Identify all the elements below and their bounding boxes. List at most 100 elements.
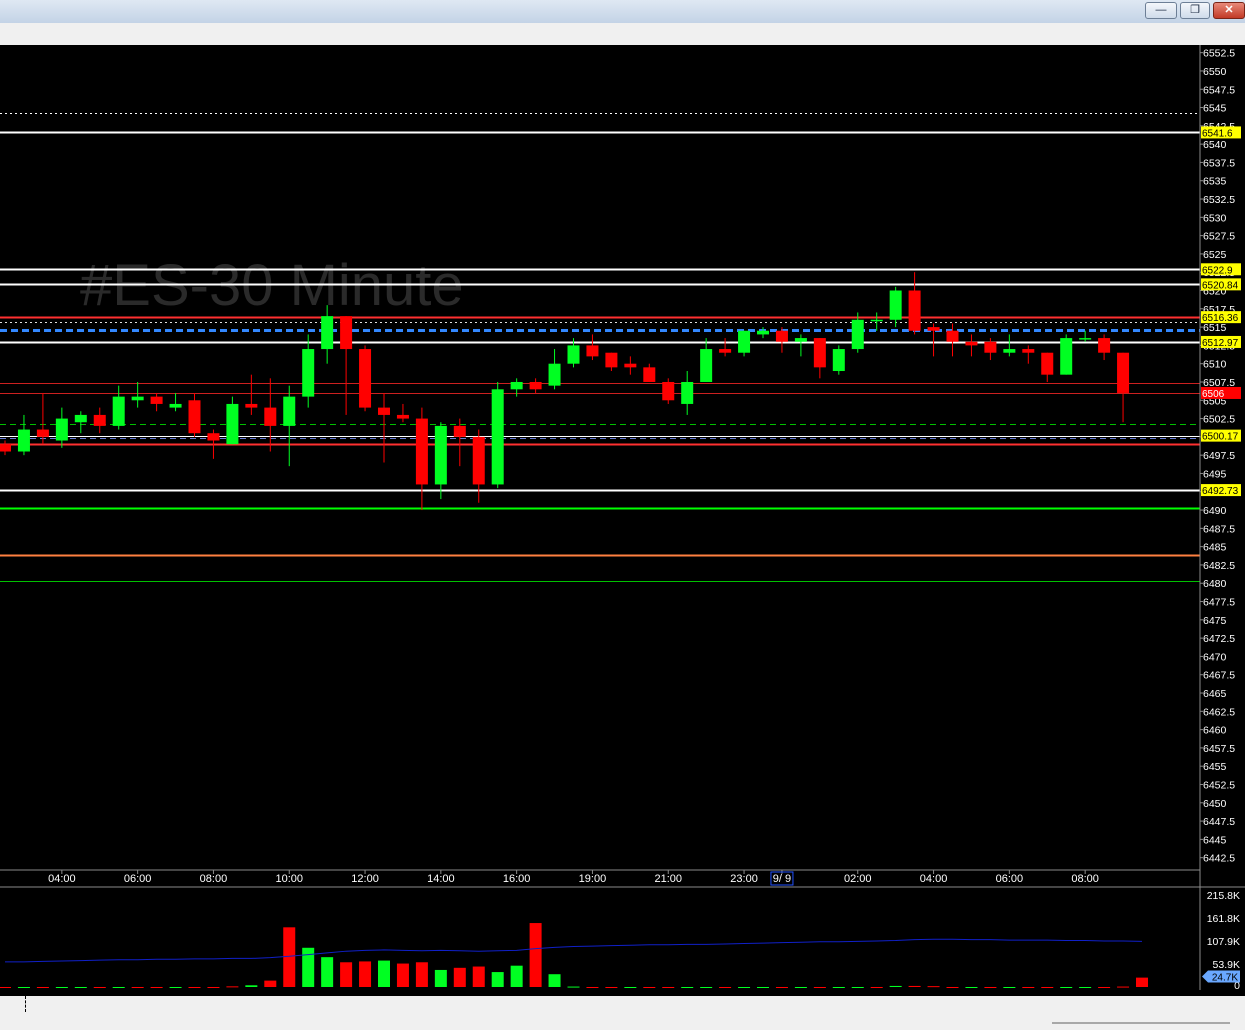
candle-body (150, 396, 163, 404)
restore-button[interactable]: ❐ (1180, 2, 1210, 19)
volume-bar-31 (586, 987, 599, 988)
volume-bar-16 (302, 947, 315, 987)
volume-bar-24 (453, 967, 466, 987)
minimize-button[interactable]: — (1145, 2, 1177, 19)
price-label: 6522.9 (1202, 265, 1233, 276)
candle-body (17, 429, 30, 452)
price-tick-label: 6530 (1203, 212, 1227, 224)
price-label: 6516.36 (1202, 313, 1239, 324)
volume-bar-40 (757, 987, 769, 988)
candle-body (794, 338, 807, 342)
volume-bar-22 (415, 962, 428, 987)
price-tick-label: 6510 (1203, 359, 1227, 371)
price-tick-label: 6535 (1203, 176, 1227, 188)
volume-bar-3 (55, 987, 68, 988)
price-tick-label: 6447.5 (1203, 816, 1235, 828)
volume-tick-label: 161.8K (1207, 913, 1240, 925)
volume-tick-label: 215.8K (1207, 890, 1240, 902)
volume-bar-49 (927, 986, 940, 988)
volume-bar-8 (150, 987, 163, 988)
volume-bar-51 (965, 987, 978, 988)
candle-body (188, 400, 201, 434)
candle-body (453, 425, 466, 437)
volume-bar-21 (396, 963, 409, 987)
candle-body (283, 396, 296, 426)
candle-body (775, 330, 788, 342)
candle-body (93, 414, 106, 426)
volume-bar-29 (548, 974, 561, 987)
volume-bar-47 (889, 985, 902, 987)
horizontal-scrollbar[interactable] (1052, 1022, 1230, 1024)
volume-bar-32 (605, 987, 618, 988)
price-tick-label: 6495 (1203, 468, 1227, 480)
candle-body (378, 407, 390, 415)
volume-bar-15 (283, 927, 296, 987)
candle-body (529, 381, 542, 390)
price-tick-label: 6537.5 (1203, 157, 1235, 169)
volume-bar-0 (0, 987, 11, 988)
volume-bar-57 (1079, 987, 1092, 988)
price-tick-label: 6475 (1203, 615, 1227, 627)
price-tick-label: 6445 (1203, 834, 1227, 846)
volume-bar-13 (245, 985, 258, 987)
candle-body (700, 349, 713, 382)
candle-35 (662, 378, 675, 404)
chart-area[interactable]: #ES-30 Minute 6552.565506547.565456542.5… (0, 45, 1245, 996)
candle-body (681, 381, 694, 404)
candle-body (36, 429, 49, 437)
volume-bar-37 (700, 987, 713, 988)
status-marker (25, 996, 26, 1012)
candle-body (889, 290, 902, 320)
price-tick-label: 6477.5 (1203, 597, 1235, 609)
time-tick-label: 08:00 (200, 873, 228, 885)
volume-bar-58 (1098, 987, 1111, 988)
candle-body (870, 319, 883, 322)
candle-body (927, 327, 940, 331)
time-tick-label: 06:00 (124, 873, 152, 885)
candle-body (1117, 352, 1130, 393)
volume-bar-42 (794, 987, 807, 988)
candle-19 (359, 345, 372, 412)
window-title-bar: — ❐ ✕ (0, 0, 1245, 24)
date-label: 9/ 9 (773, 873, 791, 885)
price-label: 6500.17 (1202, 432, 1239, 443)
volume-bar-50 (946, 987, 959, 988)
candle-56 (1060, 334, 1073, 375)
minimize-icon: — (1155, 4, 1167, 16)
volume-bar-4 (74, 987, 87, 988)
time-tick-label: 14:00 (427, 873, 455, 885)
price-tick-label: 6467.5 (1203, 670, 1235, 682)
price-label: 6520.84 (1202, 280, 1239, 291)
time-tick-label: 08:00 (1071, 873, 1099, 885)
candle-body (586, 345, 599, 357)
close-button[interactable]: ✕ (1213, 2, 1245, 19)
volume-bar-44 (832, 987, 845, 988)
volume-bar-53 (1003, 987, 1016, 988)
price-tick-label: 6550 (1203, 66, 1227, 78)
volume-bar-11 (207, 987, 220, 988)
volume-bar-7 (131, 987, 144, 988)
volume-bar-35 (662, 987, 675, 988)
price-tick-label: 6455 (1203, 761, 1227, 773)
price-tick-label: 6482.5 (1203, 560, 1235, 572)
candle-body (1079, 338, 1092, 340)
volume-bar-56 (1060, 987, 1073, 988)
candle-44 (832, 345, 845, 375)
time-tick-label: 19:00 (579, 873, 607, 885)
candle-body (491, 389, 504, 485)
candle-body (605, 352, 618, 368)
price-tick-label: 6470 (1203, 651, 1227, 663)
price-tick-label: 6450 (1203, 798, 1227, 810)
time-tick-label: 04:00 (48, 873, 76, 885)
time-tick-label: 23:00 (730, 873, 758, 885)
price-tick-label: 6497.5 (1203, 450, 1235, 462)
volume-bar-59 (1117, 986, 1130, 988)
price-tick-label: 6552.5 (1203, 48, 1235, 60)
candle-body (245, 403, 258, 408)
candle-body (415, 418, 428, 485)
time-tick-label: 02:00 (844, 873, 872, 885)
candle-body (264, 407, 277, 426)
candle-body (321, 316, 334, 350)
chart-toolbar (0, 23, 1245, 45)
candle-body (434, 425, 447, 485)
